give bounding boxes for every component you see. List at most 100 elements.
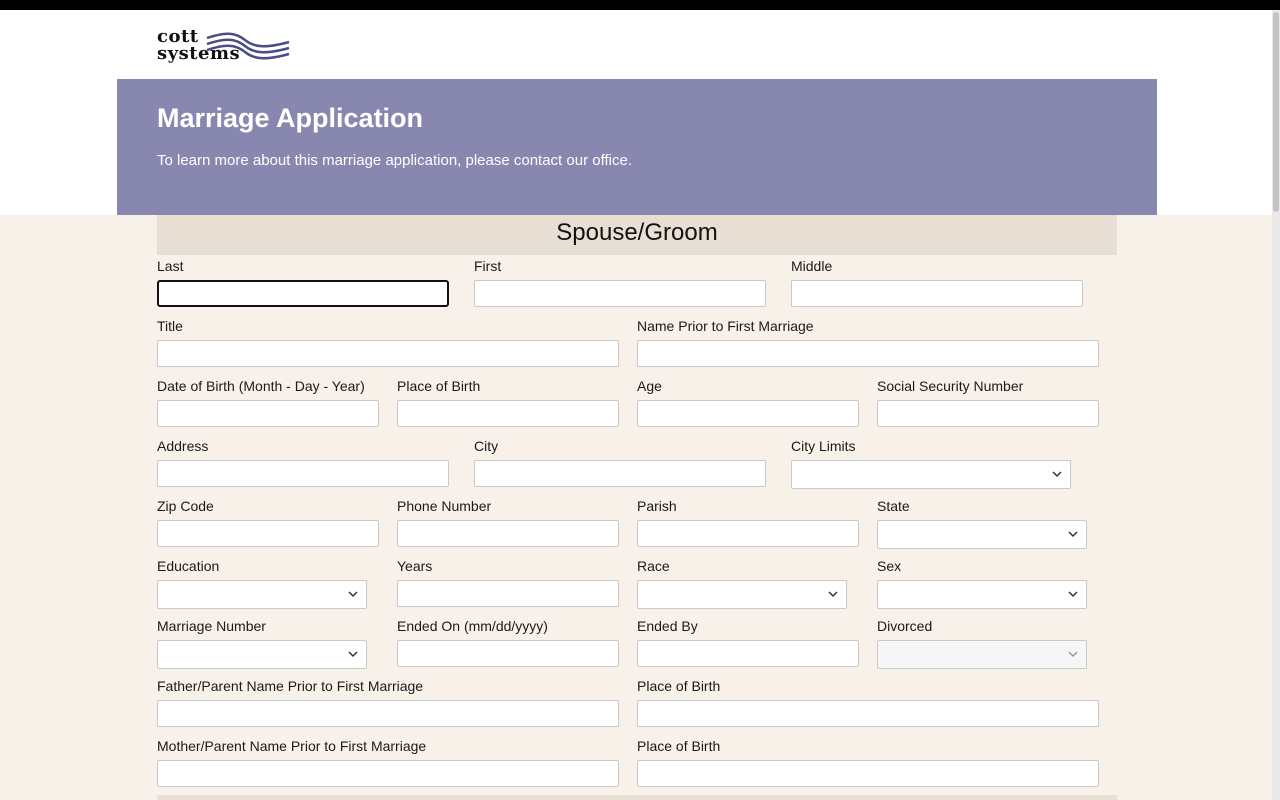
chevron-down-icon	[1068, 591, 1078, 598]
page-banner: Marriage Application To learn more about…	[117, 79, 1157, 215]
cott-systems-logo: cott systems	[157, 28, 292, 70]
last-name-input[interactable]	[157, 280, 449, 307]
mother-name-group: Mother/Parent Name Prior to First Marria…	[157, 737, 619, 787]
dob-group: Date of Birth (Month - Day - Year)	[157, 377, 379, 427]
chevron-down-icon	[1068, 651, 1078, 658]
city-input[interactable]	[474, 460, 766, 487]
middle-name-group: Middle	[791, 257, 1083, 307]
name-prior-group: Name Prior to First Marriage	[637, 317, 1099, 367]
ssn-group: Social Security Number	[877, 377, 1099, 427]
mother-place-of-birth-input[interactable]	[637, 760, 1099, 787]
page-subtitle: To learn more about this marriage applic…	[157, 152, 632, 169]
middle-name-input[interactable]	[791, 280, 1083, 307]
education-group: Education	[157, 557, 367, 609]
name-prior-label: Name Prior to First Marriage	[637, 318, 814, 334]
father-place-of-birth-group: Place of Birth	[637, 677, 1099, 727]
top-bar	[0, 0, 1280, 10]
ended-on-group: Ended On (mm/dd/yyyy)	[397, 617, 619, 667]
divorced-group: Divorced	[877, 617, 1087, 669]
ended-by-input[interactable]	[637, 640, 859, 667]
marriage-number-label: Marriage Number	[157, 618, 266, 634]
address-label: Address	[157, 438, 209, 454]
dob-input[interactable]	[157, 400, 379, 427]
divorced-select[interactable]	[877, 640, 1087, 669]
years-group: Years	[397, 557, 619, 607]
ended-on-input[interactable]	[397, 640, 619, 667]
zip-group: Zip Code	[157, 497, 379, 547]
place-of-birth-group: Place of Birth	[397, 377, 619, 427]
years-label: Years	[397, 558, 433, 574]
title-input[interactable]	[157, 340, 619, 367]
phone-label: Phone Number	[397, 498, 492, 514]
title-label: Title	[157, 318, 183, 334]
marriage-number-select[interactable]	[157, 640, 367, 669]
address-input[interactable]	[157, 460, 449, 487]
father-name-label: Father/Parent Name Prior to First Marria…	[157, 678, 424, 694]
state-select[interactable]	[877, 520, 1087, 549]
parish-input[interactable]	[637, 520, 859, 547]
first-name-label: First	[474, 258, 502, 274]
father-place-of-birth-input[interactable]	[637, 700, 1099, 727]
address-group: Address	[157, 437, 449, 487]
years-input[interactable]	[397, 580, 619, 607]
age-group: Age	[637, 377, 859, 427]
chevron-down-icon	[1052, 471, 1062, 478]
race-group: Race	[637, 557, 847, 609]
last-name-label: Last	[157, 258, 184, 274]
ssn-input[interactable]	[877, 400, 1099, 427]
page-scrollbar[interactable]	[1272, 10, 1280, 800]
page-title: Marriage Application	[157, 103, 424, 133]
race-label: Race	[637, 558, 670, 574]
race-select[interactable]	[637, 580, 847, 609]
place-of-birth-input[interactable]	[397, 400, 619, 427]
father-name-input[interactable]	[157, 700, 619, 727]
first-name-input[interactable]	[474, 280, 766, 307]
father-name-group: Father/Parent Name Prior to First Marria…	[157, 677, 619, 727]
phone-group: Phone Number	[397, 497, 619, 547]
first-name-group: First	[474, 257, 766, 307]
sex-label: Sex	[877, 558, 902, 574]
father-place-of-birth-label: Place of Birth	[637, 678, 721, 694]
chevron-down-icon	[1068, 531, 1078, 538]
education-label: Education	[157, 558, 220, 574]
age-input[interactable]	[637, 400, 859, 427]
dob-label: Date of Birth (Month - Day - Year)	[157, 378, 365, 394]
ssn-label: Social Security Number	[877, 378, 1024, 394]
place-of-birth-label: Place of Birth	[397, 378, 481, 394]
marriage-number-group: Marriage Number	[157, 617, 367, 669]
city-label: City	[474, 438, 499, 454]
zip-label: Zip Code	[157, 498, 214, 514]
next-section-header	[157, 795, 1117, 800]
sex-group: Sex	[877, 557, 1087, 609]
sex-select[interactable]	[877, 580, 1087, 609]
zip-input[interactable]	[157, 520, 379, 547]
city-limits-select[interactable]	[791, 460, 1071, 489]
last-name-group: Last	[157, 257, 449, 307]
ended-by-label: Ended By	[637, 618, 698, 634]
mother-name-label: Mother/Parent Name Prior to First Marria…	[157, 738, 427, 754]
ended-on-label: Ended On (mm/dd/yyyy)	[397, 618, 548, 634]
chevron-down-icon	[828, 591, 838, 598]
title-group: Title	[157, 317, 619, 367]
parish-group: Parish	[637, 497, 859, 547]
mother-place-of-birth-group: Place of Birth	[637, 737, 1099, 787]
parish-label: Parish	[637, 498, 677, 514]
ended-by-group: Ended By	[637, 617, 859, 667]
middle-name-label: Middle	[791, 258, 833, 274]
name-prior-input[interactable]	[637, 340, 1099, 367]
chevron-down-icon	[348, 591, 358, 598]
education-select[interactable]	[157, 580, 367, 609]
chevron-down-icon	[348, 651, 358, 658]
city-group: City	[474, 437, 766, 487]
divorced-label: Divorced	[877, 618, 933, 634]
mother-place-of-birth-label: Place of Birth	[637, 738, 721, 754]
scrollbar-thumb[interactable]	[1273, 12, 1279, 212]
city-limits-label: City Limits	[791, 438, 856, 454]
state-label: State	[877, 498, 910, 514]
age-label: Age	[637, 378, 662, 394]
section-header-spouse-groom: Spouse/Groom	[157, 215, 1117, 255]
phone-input[interactable]	[397, 520, 619, 547]
city-limits-group: City Limits	[791, 437, 1071, 489]
logo-swoosh-icon	[206, 32, 290, 60]
mother-name-input[interactable]	[157, 760, 619, 787]
